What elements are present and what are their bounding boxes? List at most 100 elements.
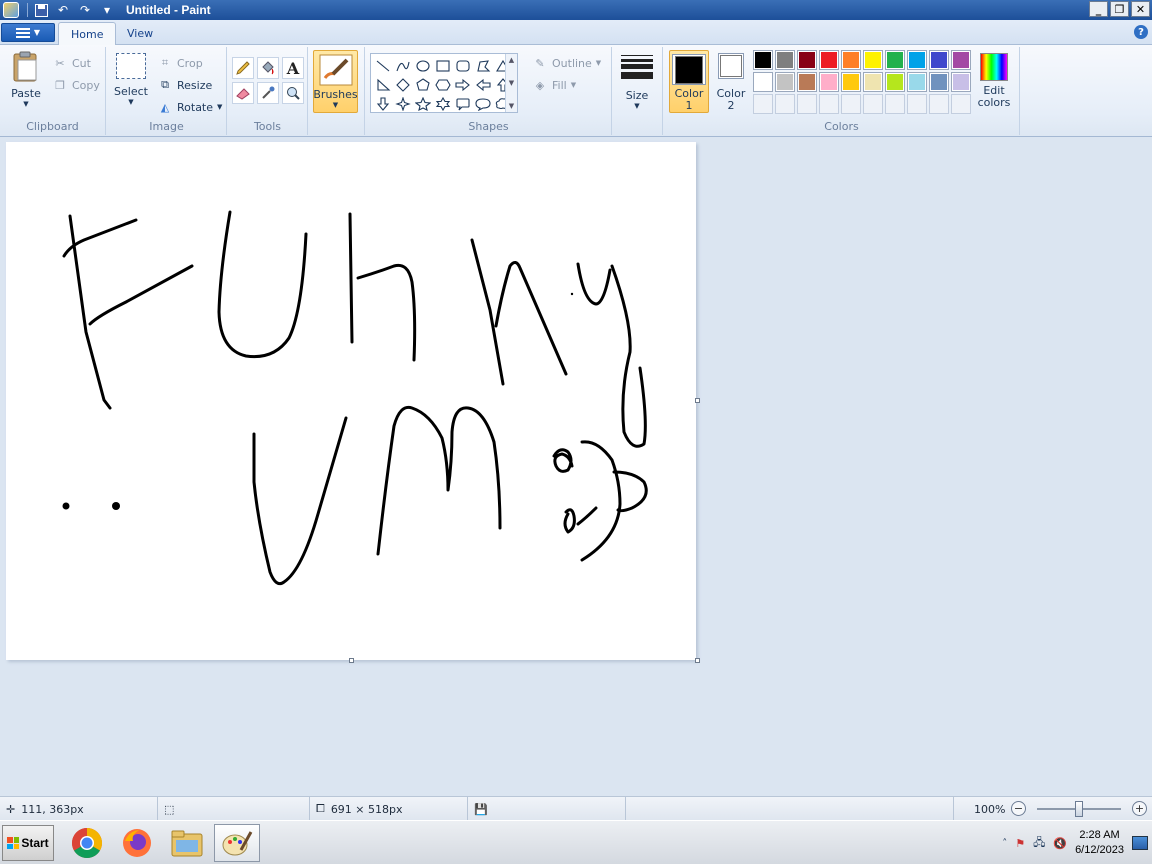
brushes-button[interactable]: Brushes ▼ [313, 50, 358, 113]
palette-color-swatch[interactable] [797, 50, 817, 70]
rotate-button[interactable]: ◭ Rotate ▼ [157, 99, 223, 115]
pencil-icon[interactable] [232, 57, 254, 79]
down-arrow-shape-icon[interactable] [373, 94, 393, 113]
pentagon-shape-icon[interactable] [413, 75, 433, 94]
magnifier-icon[interactable] [282, 82, 304, 104]
curve-shape-icon[interactable] [393, 56, 413, 75]
palette-custom-slot[interactable] [841, 94, 861, 114]
palette-color-swatch[interactable] [951, 72, 971, 92]
palette-color-swatch[interactable] [775, 72, 795, 92]
minimize-button[interactable]: _ [1089, 1, 1108, 17]
cut-button[interactable]: ✂ Cut [52, 55, 91, 71]
firefox-taskbar-button[interactable] [114, 824, 160, 862]
help-icon[interactable]: ? [1134, 25, 1148, 39]
restore-button[interactable]: ❐ [1110, 1, 1129, 17]
show-hidden-icons[interactable]: ˄ [1002, 838, 1007, 849]
palette-custom-slot[interactable] [819, 94, 839, 114]
zoom-out-button[interactable]: − [1011, 801, 1026, 816]
zoom-slider-thumb[interactable] [1075, 801, 1083, 817]
explorer-taskbar-button[interactable] [164, 824, 210, 862]
rectangle-shape-icon[interactable] [433, 56, 453, 75]
drawing-canvas[interactable] [6, 142, 696, 660]
save-icon[interactable] [32, 2, 50, 18]
tab-view[interactable]: View [115, 22, 165, 45]
volume-muted-icon[interactable]: 🔇 [1053, 837, 1067, 850]
clock[interactable]: 2:28 AM 6/12/2023 [1075, 828, 1124, 858]
palette-color-swatch[interactable] [819, 72, 839, 92]
palette-color-swatch[interactable] [885, 50, 905, 70]
palette-color-swatch[interactable] [929, 50, 949, 70]
expand-gallery-icon[interactable]: ▼ [509, 102, 514, 110]
palette-custom-slot[interactable] [885, 94, 905, 114]
palette-custom-slot[interactable] [775, 94, 795, 114]
undo-icon[interactable]: ↶ [54, 2, 72, 18]
rounded-rectangle-shape-icon[interactable] [453, 56, 473, 75]
hexagon-shape-icon[interactable] [433, 75, 453, 94]
show-desktop-icon[interactable] [1132, 836, 1148, 850]
text-icon[interactable]: A [282, 57, 304, 79]
line-shape-icon[interactable] [373, 56, 393, 75]
left-arrow-shape-icon[interactable] [473, 75, 493, 94]
five-point-star-shape-icon[interactable] [413, 94, 433, 113]
fill-bucket-icon[interactable] [257, 57, 279, 79]
palette-custom-slot[interactable] [863, 94, 883, 114]
canvas-workspace[interactable] [0, 138, 1152, 796]
size-button[interactable]: Size ▼ [619, 53, 655, 110]
palette-custom-slot[interactable] [907, 94, 927, 114]
palette-color-swatch[interactable] [907, 72, 927, 92]
crop-button[interactable]: ⌗ Crop [157, 55, 203, 71]
diamond-shape-icon[interactable] [393, 75, 413, 94]
palette-color-swatch[interactable] [753, 50, 773, 70]
resize-button[interactable]: ⧉ Resize [157, 77, 212, 93]
palette-color-swatch[interactable] [929, 72, 949, 92]
paint-menu-button[interactable]: ▼ [1, 23, 55, 42]
palette-color-swatch[interactable] [775, 50, 795, 70]
palette-color-swatch[interactable] [863, 50, 883, 70]
right-triangle-shape-icon[interactable] [373, 75, 393, 94]
palette-color-swatch[interactable] [753, 72, 773, 92]
color1-button[interactable]: Color 1 [669, 50, 709, 113]
start-button[interactable]: Start [2, 825, 54, 861]
rounded-callout-shape-icon[interactable] [453, 94, 473, 113]
edit-colors-button[interactable]: Edit colors [976, 53, 1012, 109]
scroll-up-icon[interactable]: ▲ [509, 56, 514, 64]
paint-app-icon[interactable] [3, 2, 19, 18]
eraser-icon[interactable] [232, 82, 254, 104]
zoom-in-button[interactable]: + [1132, 801, 1147, 816]
color-picker-icon[interactable] [257, 82, 279, 104]
network-icon[interactable]: 🖧 [1033, 834, 1045, 853]
color2-button[interactable]: Color 2 [713, 53, 749, 112]
palette-color-swatch[interactable] [841, 72, 861, 92]
palette-color-swatch[interactable] [951, 50, 971, 70]
action-center-icon[interactable]: ⚑ [1015, 837, 1025, 850]
palette-color-swatch[interactable] [907, 50, 927, 70]
redo-icon[interactable]: ↷ [76, 2, 94, 18]
palette-color-swatch[interactable] [819, 50, 839, 70]
palette-color-swatch[interactable] [841, 50, 861, 70]
palette-custom-slot[interactable] [929, 94, 949, 114]
scroll-down-icon[interactable]: ▼ [509, 79, 514, 87]
copy-button[interactable]: ❐ Copy [52, 77, 100, 93]
palette-color-swatch[interactable] [797, 72, 817, 92]
right-arrow-shape-icon[interactable] [453, 75, 473, 94]
four-point-star-shape-icon[interactable] [393, 94, 413, 113]
tab-home[interactable]: Home [58, 22, 117, 45]
paint-taskbar-button[interactable] [214, 824, 260, 862]
close-button[interactable]: ✕ [1131, 1, 1150, 17]
palette-color-swatch[interactable] [863, 72, 883, 92]
palette-color-swatch[interactable] [885, 72, 905, 92]
oval-shape-icon[interactable] [413, 56, 433, 75]
polygon-shape-icon[interactable] [473, 56, 493, 75]
outline-button[interactable]: ✎ Outline ▼ [532, 55, 601, 71]
chrome-taskbar-button[interactable] [64, 824, 110, 862]
shapes-scrollbar[interactable]: ▲ ▼ ▼ [505, 54, 517, 112]
six-point-star-shape-icon[interactable] [433, 94, 453, 113]
resize-handle-bottom[interactable] [349, 658, 354, 663]
customize-qat-icon[interactable]: ▾ [98, 2, 116, 18]
fill-button[interactable]: ◈ Fill ▼ [532, 77, 576, 93]
oval-callout-shape-icon[interactable] [473, 94, 493, 113]
resize-handle-corner[interactable] [695, 658, 700, 663]
palette-custom-slot[interactable] [951, 94, 971, 114]
paste-button[interactable]: Paste ▼ [6, 51, 46, 108]
resize-handle-right[interactable] [695, 398, 700, 403]
